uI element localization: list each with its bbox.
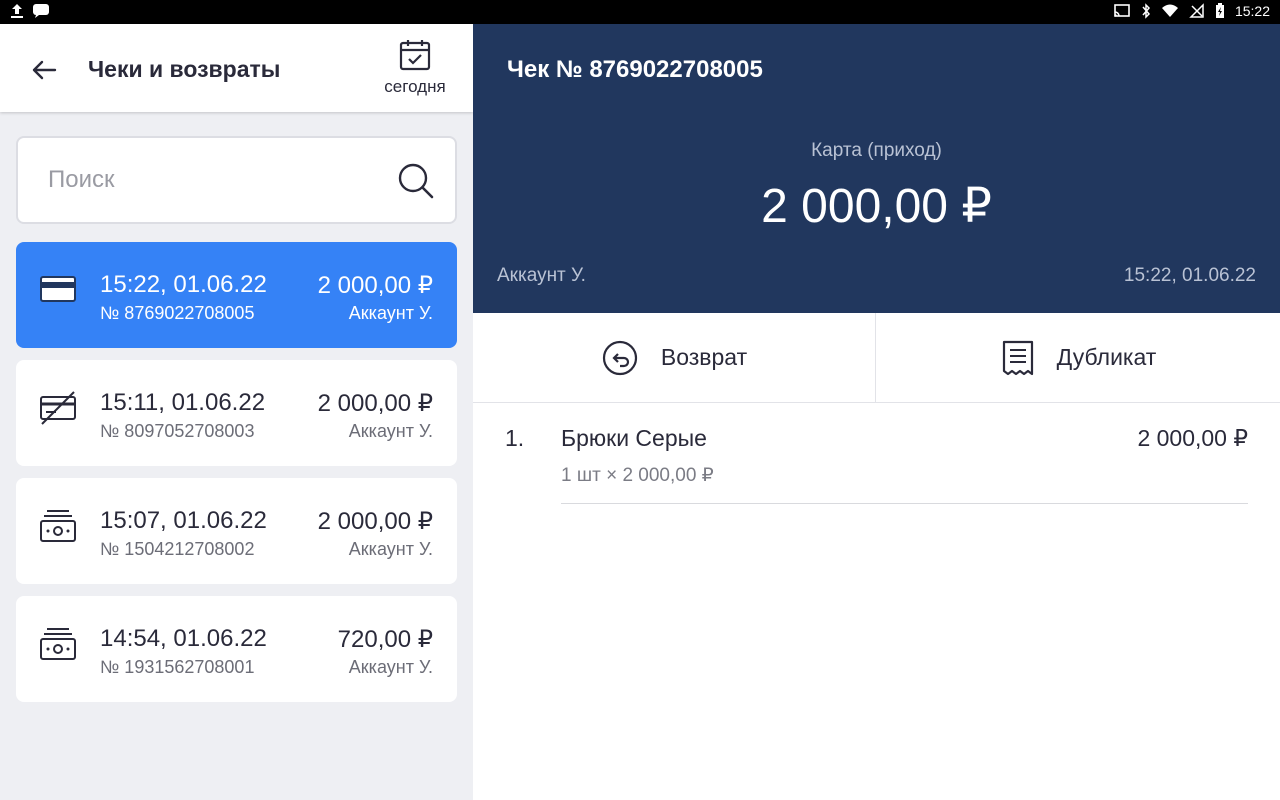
- today-label: сегодня: [384, 77, 446, 96]
- receipt-item[interactable]: 14:54, 01.06.22 № 1931562708001 720,00 ₽…: [16, 596, 457, 702]
- item-price: 2 000,00 ₽: [1137, 425, 1248, 451]
- status-bar: 15:22: [0, 0, 1280, 24]
- wifi-icon: [1161, 4, 1179, 18]
- receipt-amount: 2 000,00 ₽: [317, 390, 433, 417]
- duplicate-button[interactable]: Дубликат: [877, 313, 1280, 402]
- cash-icon: [40, 510, 76, 542]
- clock-text: 15:22: [1234, 3, 1270, 19]
- bluetooth-icon: [1141, 3, 1151, 19]
- search-icon[interactable]: [397, 162, 435, 200]
- receipt-summary: Чек № 8769022708005 Карта (приход) 2 000…: [473, 24, 1280, 313]
- list-header: Чеки и возвраты сегодня: [0, 24, 473, 112]
- receipt-number: № 1931562708001: [100, 657, 255, 677]
- today-filter-button[interactable]: сегодня: [372, 38, 458, 102]
- receipt-amount: 2 000,00 ₽: [317, 272, 433, 299]
- payment-type: Карта (приход): [811, 140, 942, 161]
- receipt-time: 15:22, 01.06.22: [100, 271, 267, 298]
- receipt-item[interactable]: 15:11, 01.06.22 № 8097052708003 2 000,00…: [16, 360, 457, 466]
- receipt-item[interactable]: 15:22, 01.06.22 № 8769022708005 2 000,00…: [16, 242, 457, 348]
- cashier-account: Аккаунт У.: [497, 265, 586, 286]
- upload-icon: [10, 3, 24, 19]
- battery-icon: [1215, 3, 1225, 19]
- receipt-number: № 8769022708005: [100, 303, 255, 323]
- search-box: [16, 136, 457, 224]
- receipt-actions: Возврат Дубликат: [473, 313, 1280, 403]
- receipt-time: 15:11, 01.06.22: [100, 389, 266, 416]
- receipt-amount: 720,00 ₽: [337, 626, 433, 653]
- receipt-account: Аккаунт У.: [348, 539, 433, 559]
- item-name: Брюки Серые: [561, 425, 707, 451]
- calendar-check-icon: [399, 40, 431, 71]
- receipt-line-item: 1. Брюки Серые 2 000,00 ₽ 1 шт × 2 000,0…: [473, 403, 1280, 505]
- arrow-back-icon: [32, 60, 57, 80]
- receipts-list-pane: Чеки и возвраты сегодня 15:22, 01.06.: [0, 24, 473, 800]
- message-icon: [32, 3, 50, 19]
- receipt-icon: [1002, 340, 1033, 375]
- total-amount: 2 000,00 ₽: [761, 180, 992, 233]
- receipt-number: № 1504212708002: [100, 539, 255, 559]
- item-index: 1.: [505, 425, 525, 451]
- receipt-account: Аккаунт У.: [348, 657, 433, 677]
- receipt-datetime: 15:22, 01.06.22: [1123, 265, 1256, 286]
- receipt-time: 14:54, 01.06.22: [100, 625, 267, 652]
- card-icon: [40, 276, 76, 302]
- refund-button[interactable]: Возврат: [473, 313, 876, 402]
- receipt-detail-pane: Чек № 8769022708005 Карта (приход) 2 000…: [473, 24, 1280, 800]
- search-input[interactable]: [48, 160, 378, 200]
- receipt-item[interactable]: 15:07, 01.06.22 № 1504212708002 2 000,00…: [16, 478, 457, 584]
- receipt-account: Аккаунт У.: [348, 421, 433, 441]
- receipt-title: Чек № 8769022708005: [507, 56, 763, 83]
- cash-icon: [40, 628, 76, 660]
- signal-off-icon: [1189, 3, 1205, 19]
- item-quantity: 1 шт × 2 000,00 ₽: [561, 465, 714, 486]
- card-refund-icon: [40, 391, 76, 425]
- receipt-amount: 2 000,00 ₽: [317, 508, 433, 535]
- receipt-time: 15:07, 01.06.22: [100, 507, 267, 534]
- receipt-account: Аккаунт У.: [348, 303, 433, 323]
- divider: [561, 503, 1248, 504]
- page-title: Чеки и возвраты: [88, 56, 281, 82]
- cast-icon: [1113, 3, 1131, 19]
- duplicate-label: Дубликат: [1056, 344, 1157, 370]
- back-button[interactable]: [22, 50, 66, 90]
- refund-label: Возврат: [660, 344, 748, 370]
- refund-icon: [602, 340, 637, 375]
- receipt-number: № 8097052708003: [100, 421, 255, 441]
